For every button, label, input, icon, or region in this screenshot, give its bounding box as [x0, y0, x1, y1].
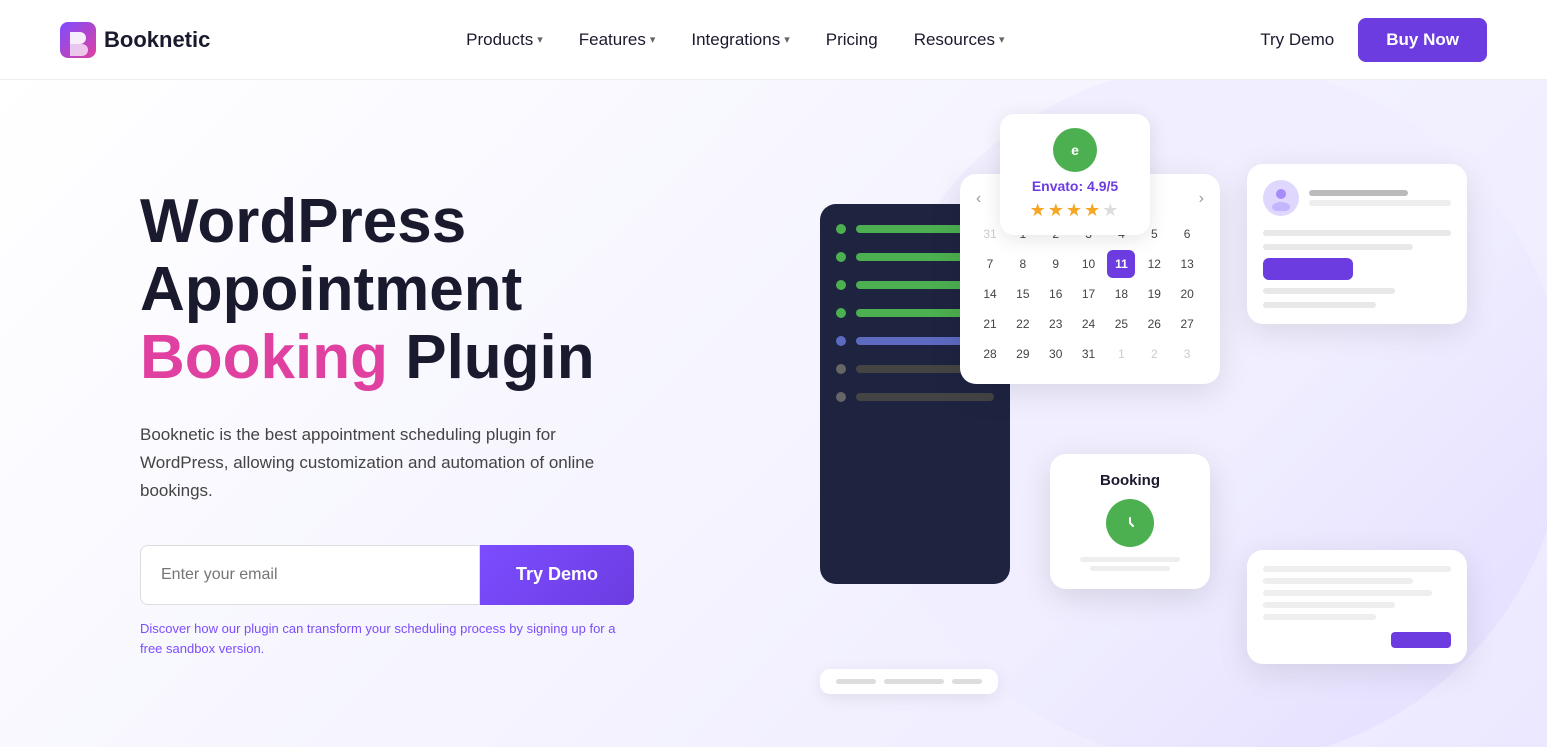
avatar	[1263, 180, 1299, 216]
dot-icon	[836, 224, 846, 234]
calendar-day[interactable]: 23	[1042, 310, 1070, 338]
nav-integrations[interactable]: Integrations ▾	[691, 30, 789, 50]
nav-products[interactable]: Products ▾	[466, 30, 543, 50]
calendar-day[interactable]: 1	[1107, 340, 1135, 368]
nav-resources[interactable]: Resources ▾	[914, 30, 1005, 50]
prev-month-icon[interactable]: ‹	[976, 190, 981, 208]
nav-links: Products ▾ Features ▾ Integrations ▾ Pri…	[466, 30, 1004, 50]
nav-right: Try Demo Buy Now	[1260, 18, 1487, 62]
calendar-day[interactable]: 18	[1107, 280, 1135, 308]
calendar-day[interactable]: 17	[1075, 280, 1103, 308]
dot-icon	[836, 252, 846, 262]
calendar-day[interactable]: 21	[976, 310, 1004, 338]
calendar-day[interactable]: 28	[976, 340, 1004, 368]
calendar-day[interactable]: 31	[1075, 340, 1103, 368]
calendar-day[interactable]: 25	[1107, 310, 1135, 338]
logo-text: Booknetic	[104, 27, 210, 53]
calendar-day[interactable]: 9	[1042, 250, 1070, 278]
action-button-decoration	[1391, 632, 1451, 648]
calendar-day[interactable]: 24	[1075, 310, 1103, 338]
booking-label: Booking	[1070, 472, 1190, 489]
booking-clock-icon	[1106, 499, 1154, 547]
calendar-day[interactable]: 29	[1009, 340, 1037, 368]
calendar-day[interactable]: 20	[1173, 280, 1201, 308]
hint-text: Discover how our plugin can transform yo…	[140, 619, 640, 659]
envato-icon: e	[1053, 128, 1097, 172]
nav-pricing[interactable]: Pricing	[826, 30, 878, 50]
calendar-day[interactable]: 2	[1140, 340, 1168, 368]
envato-label: Envato: 4.9/5	[1032, 178, 1118, 194]
dot-icon	[836, 308, 846, 318]
calendar-day[interactable]: 13	[1173, 250, 1201, 278]
sidebar-bottom-card	[820, 669, 998, 694]
navbar: Booknetic Products ▾ Features ▾ Integrat…	[0, 0, 1547, 80]
bottom-right-card	[1247, 550, 1467, 664]
calendar-day[interactable]: 8	[1009, 250, 1037, 278]
email-input[interactable]	[140, 545, 480, 605]
chevron-down-icon: ▾	[784, 33, 790, 46]
calendar-day[interactable]: 19	[1140, 280, 1168, 308]
calendar-day[interactable]: 11	[1107, 250, 1135, 278]
dot-icon	[836, 336, 846, 346]
chevron-down-icon: ▾	[999, 33, 1005, 46]
chevron-down-icon: ▾	[537, 33, 543, 46]
svg-text:e: e	[1071, 142, 1079, 158]
dot-icon	[836, 280, 846, 290]
hero-illustration: e Envato: 4.9/5 ★★★★★	[760, 144, 1487, 704]
sidebar-row-7	[836, 392, 994, 402]
nav-features[interactable]: Features ▾	[579, 30, 656, 50]
calendar-day[interactable]: 6	[1173, 220, 1201, 248]
calendar-day[interactable]: 10	[1075, 250, 1103, 278]
try-demo-nav-link[interactable]: Try Demo	[1260, 30, 1334, 50]
buy-now-button[interactable]: Buy Now	[1358, 18, 1487, 62]
envato-badge: e Envato: 4.9/5 ★★★★★	[1000, 114, 1150, 235]
dot-icon	[836, 392, 846, 402]
calendar-day[interactable]: 15	[1009, 280, 1037, 308]
calendar-day[interactable]: 16	[1042, 280, 1070, 308]
envato-stars: ★★★★★	[1030, 200, 1121, 221]
calendar-day[interactable]: 30	[1042, 340, 1070, 368]
calendar-day[interactable]: 3	[1173, 340, 1201, 368]
hero-content: WordPress Appointment Booking Plugin Boo…	[140, 188, 720, 659]
email-row: Try Demo	[140, 545, 720, 605]
dot-icon	[836, 364, 846, 374]
try-demo-button[interactable]: Try Demo	[480, 545, 634, 605]
calendar-grid: 3112345678910111213141516171819202122232…	[976, 220, 1204, 368]
calendar-day[interactable]: 14	[976, 280, 1004, 308]
calendar-day[interactable]: 12	[1140, 250, 1168, 278]
next-month-icon[interactable]: ›	[1199, 190, 1204, 208]
right-panel-card	[1247, 164, 1467, 324]
calendar-day[interactable]: 27	[1173, 310, 1201, 338]
hero-section: WordPress Appointment Booking Plugin Boo…	[0, 80, 1547, 747]
calendar-day[interactable]: 7	[976, 250, 1004, 278]
hero-description: Booknetic is the best appointment schedu…	[140, 421, 600, 505]
booking-popup: Booking	[1050, 454, 1210, 589]
hero-title: WordPress Appointment Booking Plugin	[140, 188, 720, 393]
chevron-down-icon: ▾	[650, 33, 656, 46]
calendar-day[interactable]: 26	[1140, 310, 1168, 338]
logo[interactable]: Booknetic	[60, 22, 210, 58]
calendar-day[interactable]: 22	[1009, 310, 1037, 338]
